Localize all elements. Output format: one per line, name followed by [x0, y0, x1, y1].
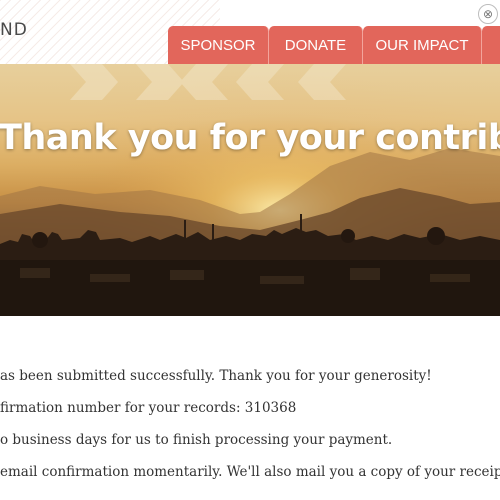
- page: ND SPONSOR DONATE OUR IMPACT ⊗ Thank you…: [0, 0, 500, 500]
- nav-item-partial[interactable]: [482, 26, 500, 64]
- confirmation-content: as been submitted successfully. Thank yo…: [0, 316, 500, 500]
- page-title: Thank you for your contribution: [0, 118, 500, 158]
- nav-sponsor[interactable]: SPONSOR: [168, 26, 269, 64]
- site-logo[interactable]: ND: [0, 20, 28, 40]
- email-receipt-notice: email confirmation momentarily. We'll al…: [0, 464, 500, 480]
- main-nav: SPONSOR DONATE OUR IMPACT: [168, 26, 500, 64]
- site-header: ND SPONSOR DONATE OUR IMPACT ⊗: [0, 0, 500, 64]
- nav-donate[interactable]: DONATE: [269, 26, 363, 64]
- confirmation-number: firmation number for your records: 31036…: [0, 400, 297, 416]
- close-icon[interactable]: ⊗: [478, 4, 498, 24]
- hero-image: [0, 64, 500, 316]
- processing-notice: o business days for us to finish process…: [0, 432, 393, 448]
- hero-banner: Thank you for your contribution: [0, 64, 500, 316]
- confirmation-message: as been submitted successfully. Thank yo…: [0, 368, 432, 384]
- nav-our-impact[interactable]: OUR IMPACT: [363, 26, 482, 64]
